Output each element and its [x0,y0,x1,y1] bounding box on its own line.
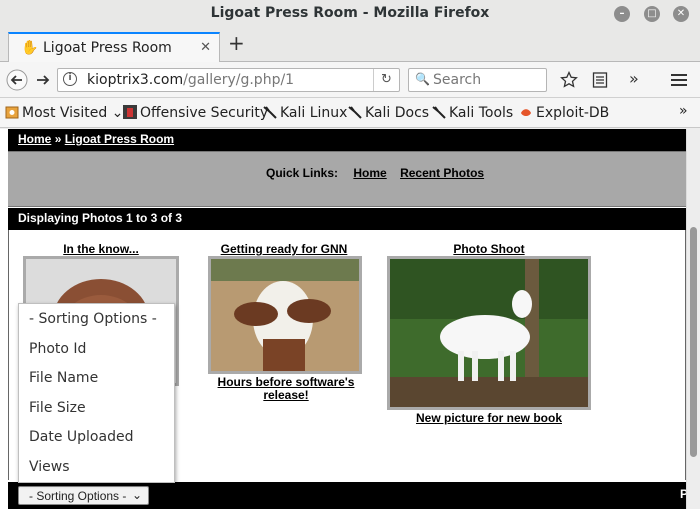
photo-title-2[interactable]: Getting ready for GNN [199,242,369,256]
quick-link-recent-photos[interactable]: Recent Photos [400,166,484,180]
minimize-button[interactable]: – [614,6,630,22]
sort-option-file-name[interactable]: File Name [19,364,174,393]
maximize-button[interactable]: □ [644,6,660,22]
overflow-chevron-icon[interactable]: » [629,71,639,87]
tab-label: Ligoat Press Room [43,40,172,56]
photo-thumbnail-3[interactable] [387,256,591,410]
displaying-text: Displaying Photos 1 to 3 of 3 [18,211,183,225]
reload-icon[interactable]: ↻ [373,69,399,91]
sort-option-header[interactable]: - Sorting Options - [19,305,174,334]
breadcrumb-separator: » [54,132,62,146]
bookmark-kali-docs[interactable]: Kali Docs [348,105,429,121]
window-titlebar: Ligoat Press Room - Mozilla Firefox – □ … [0,0,700,28]
back-arrow-icon[interactable] [6,69,28,91]
sorting-options-select[interactable]: - Sorting Options - ⌄ [18,486,149,505]
sort-option-file-size[interactable]: File Size [19,394,174,423]
quick-link-home[interactable]: Home [353,166,386,180]
bookmark-star-icon[interactable] [560,71,578,89]
photo-title-3[interactable]: Photo Shoot [389,242,589,256]
bookmark-kali-tools[interactable]: Kali Tools [432,105,513,121]
bookmark-offensive-security[interactable]: Offensive Security [123,105,268,121]
tab-ligoat-press-room[interactable]: ✋ Ligoat Press Room ✕ [8,32,220,63]
page-scrollbar[interactable] [686,129,700,509]
window-title: Ligoat Press Room - Mozilla Firefox [210,5,490,21]
sort-option-date-uploaded[interactable]: Date Uploaded [19,423,174,452]
url-text[interactable]: kioptrix3.com/gallery/g.php/1 [87,72,294,88]
new-tab-plus-icon[interactable]: + [228,33,245,53]
url-bar[interactable]: i kioptrix3.com/gallery/g.php/1 ↻ [57,68,400,92]
white-goat-image [390,259,588,407]
bookmark-exploit-db[interactable]: Exploit-DB [519,105,609,121]
sort-option-photo-id[interactable]: Photo Id [19,335,174,364]
sort-option-views[interactable]: Views [19,453,174,482]
scrollbar-thumb[interactable] [690,227,697,457]
hamburger-menu-icon[interactable] [670,72,688,88]
photo-title-1[interactable]: In the know... [31,242,171,256]
displaying-count-bar: Displaying Photos 1 to 3 of 3 [8,208,686,230]
exploitdb-icon [521,109,531,116]
tab-close-icon[interactable]: ✕ [200,40,211,55]
bookmark-most-visited[interactable]: Most Visited ⌄ [5,105,123,121]
quick-links-label: Quick Links: [266,166,339,180]
photo-thumbnail-2[interactable] [208,256,362,374]
photo-caption-3[interactable]: New picture for new book [389,412,589,425]
goat-head-image [211,259,359,371]
photo-caption-2[interactable]: Hours before software's release! [206,376,366,402]
navigation-toolbar: i kioptrix3.com/gallery/g.php/1 ↻ 🔍 Sear… [0,62,700,98]
chevron-down-icon: ⌄ [111,105,124,121]
sorting-options-dropdown: - Sorting Options - Photo Id File Name F… [18,303,175,483]
kali-dragon-icon [432,106,446,119]
reader-list-icon[interactable] [592,71,608,89]
bookmark-kali-linux[interactable]: Kali Linux [263,105,347,121]
bookmarks-overflow-chevron-icon[interactable]: » [679,103,688,119]
kali-dragon-icon [263,106,277,119]
info-icon[interactable]: i [63,72,77,86]
forward-arrow-icon[interactable] [35,72,51,88]
minimize-icon: – [619,8,625,19]
breadcrumb: Home » Ligoat Press Room [8,129,686,151]
tab-strip: ✋ Ligoat Press Room ✕ [0,28,700,63]
breadcrumb-home-link[interactable]: Home [18,132,51,146]
search-icon: 🔍 [415,72,430,86]
kali-dragon-icon [348,106,362,119]
maximize-icon: □ [647,8,657,19]
gear-icon [5,106,19,119]
hand-favicon-icon: ✋ [21,40,39,56]
close-icon: ✕ [676,8,686,19]
bookmarks-toolbar: Most Visited ⌄ Offensive Security Kali L… [0,98,700,128]
search-input[interactable]: 🔍 Search [408,68,547,92]
quick-links-panel: Quick Links: Home Recent Photos [8,151,686,207]
breadcrumb-current-link[interactable]: Ligoat Press Room [65,132,174,146]
close-window-button[interactable]: ✕ [673,6,689,22]
offsec-icon [123,105,137,119]
chevron-down-icon: ⌄ [131,488,142,502]
